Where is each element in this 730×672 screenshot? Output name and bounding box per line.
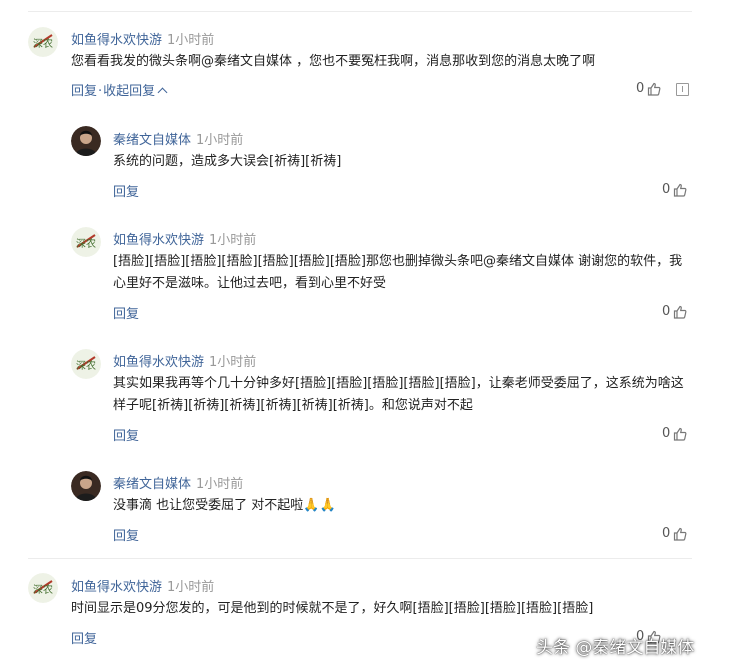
- thumbs-up-icon: [674, 527, 687, 541]
- reply-time: 1小时前: [209, 233, 257, 248]
- thumbs-up-icon: [674, 305, 687, 319]
- reply-button[interactable]: 回复: [113, 425, 139, 444]
- like-button[interactable]: 0: [662, 526, 687, 541]
- reply-text: [捂脸][捂脸][捂脸][捂脸][捂脸][捂脸][捂脸]那您也删掉微头条吧@秦绪…: [113, 254, 683, 291]
- watermark: 头条 @秦绪文自媒体: [536, 638, 695, 658]
- comment-time: 1小时前: [167, 33, 215, 48]
- avatar[interactable]: [71, 126, 101, 156]
- comment-time: 1小时前: [167, 580, 215, 595]
- reply-time: 1小时前: [209, 355, 257, 370]
- like-button[interactable]: 0: [636, 81, 661, 96]
- divider: [28, 11, 692, 12]
- reply-button[interactable]: 回复: [71, 84, 97, 99]
- like-button[interactable]: 0: [662, 182, 687, 197]
- reply-text: 其实如果我再等个几十分钟多好[捂脸][捂脸][捂脸][捂脸][捂脸]，让秦老师受…: [113, 376, 684, 413]
- divider: [28, 558, 692, 559]
- reply-author[interactable]: 如鱼得水欢快游 1小时前: [113, 229, 256, 248]
- svg-text:深农: 深农: [33, 37, 53, 50]
- comment-text: 您看看我发的微头条啊@秦绪文自媒体 ，您也不要冤枉我啊，消息那收到您的消息太晚了…: [71, 54, 596, 69]
- collapse-replies-button[interactable]: 收起回复: [103, 84, 155, 99]
- comment-author[interactable]: 如鱼得水欢快游 1小时前: [71, 576, 214, 595]
- reply-button[interactable]: 回复: [113, 303, 139, 322]
- reply-button[interactable]: 回复: [113, 181, 139, 200]
- reply-time: 1小时前: [196, 477, 244, 492]
- comment-author[interactable]: 如鱼得水欢快游 1小时前: [71, 29, 214, 48]
- reply-button[interactable]: 回复: [71, 628, 97, 647]
- reply-time: 1小时前: [196, 133, 244, 148]
- avatar[interactable]: [71, 471, 101, 501]
- thumbs-up-icon: [674, 183, 687, 197]
- reply-actions: 回复·收起回复: [71, 80, 168, 99]
- svg-text:深农: 深农: [76, 359, 96, 372]
- like-button[interactable]: 0: [662, 426, 687, 441]
- avatar[interactable]: 深农: [71, 227, 101, 257]
- avatar[interactable]: 深农: [28, 573, 58, 603]
- reply-button[interactable]: 回复: [113, 525, 139, 544]
- chevron-up-icon[interactable]: [157, 87, 168, 98]
- reply-text: 没事滴 也让您受委屈了 对不起啦🙏🙏: [113, 498, 336, 513]
- report-icon[interactable]: [676, 83, 689, 96]
- thumbs-up-icon: [674, 427, 687, 441]
- svg-text:深农: 深农: [33, 583, 53, 596]
- avatar[interactable]: 深农: [28, 27, 58, 57]
- reply-author[interactable]: 如鱼得水欢快游 1小时前: [113, 351, 256, 370]
- reply-text: 系统的问题，造成多大误会[祈祷][祈祷]: [113, 154, 342, 169]
- reply-author[interactable]: 秦绪文自媒体 1小时前: [113, 129, 243, 148]
- like-button[interactable]: 0: [662, 304, 687, 319]
- thumbs-up-icon: [648, 82, 661, 96]
- svg-text:深农: 深农: [76, 237, 96, 250]
- reply-author[interactable]: 秦绪文自媒体 1小时前: [113, 473, 243, 492]
- avatar[interactable]: 深农: [71, 349, 101, 379]
- comment-text: 时间显示是09分您发的，可是他到的时候就不是了，好久啊[捂脸][捂脸][捂脸][…: [71, 601, 594, 616]
